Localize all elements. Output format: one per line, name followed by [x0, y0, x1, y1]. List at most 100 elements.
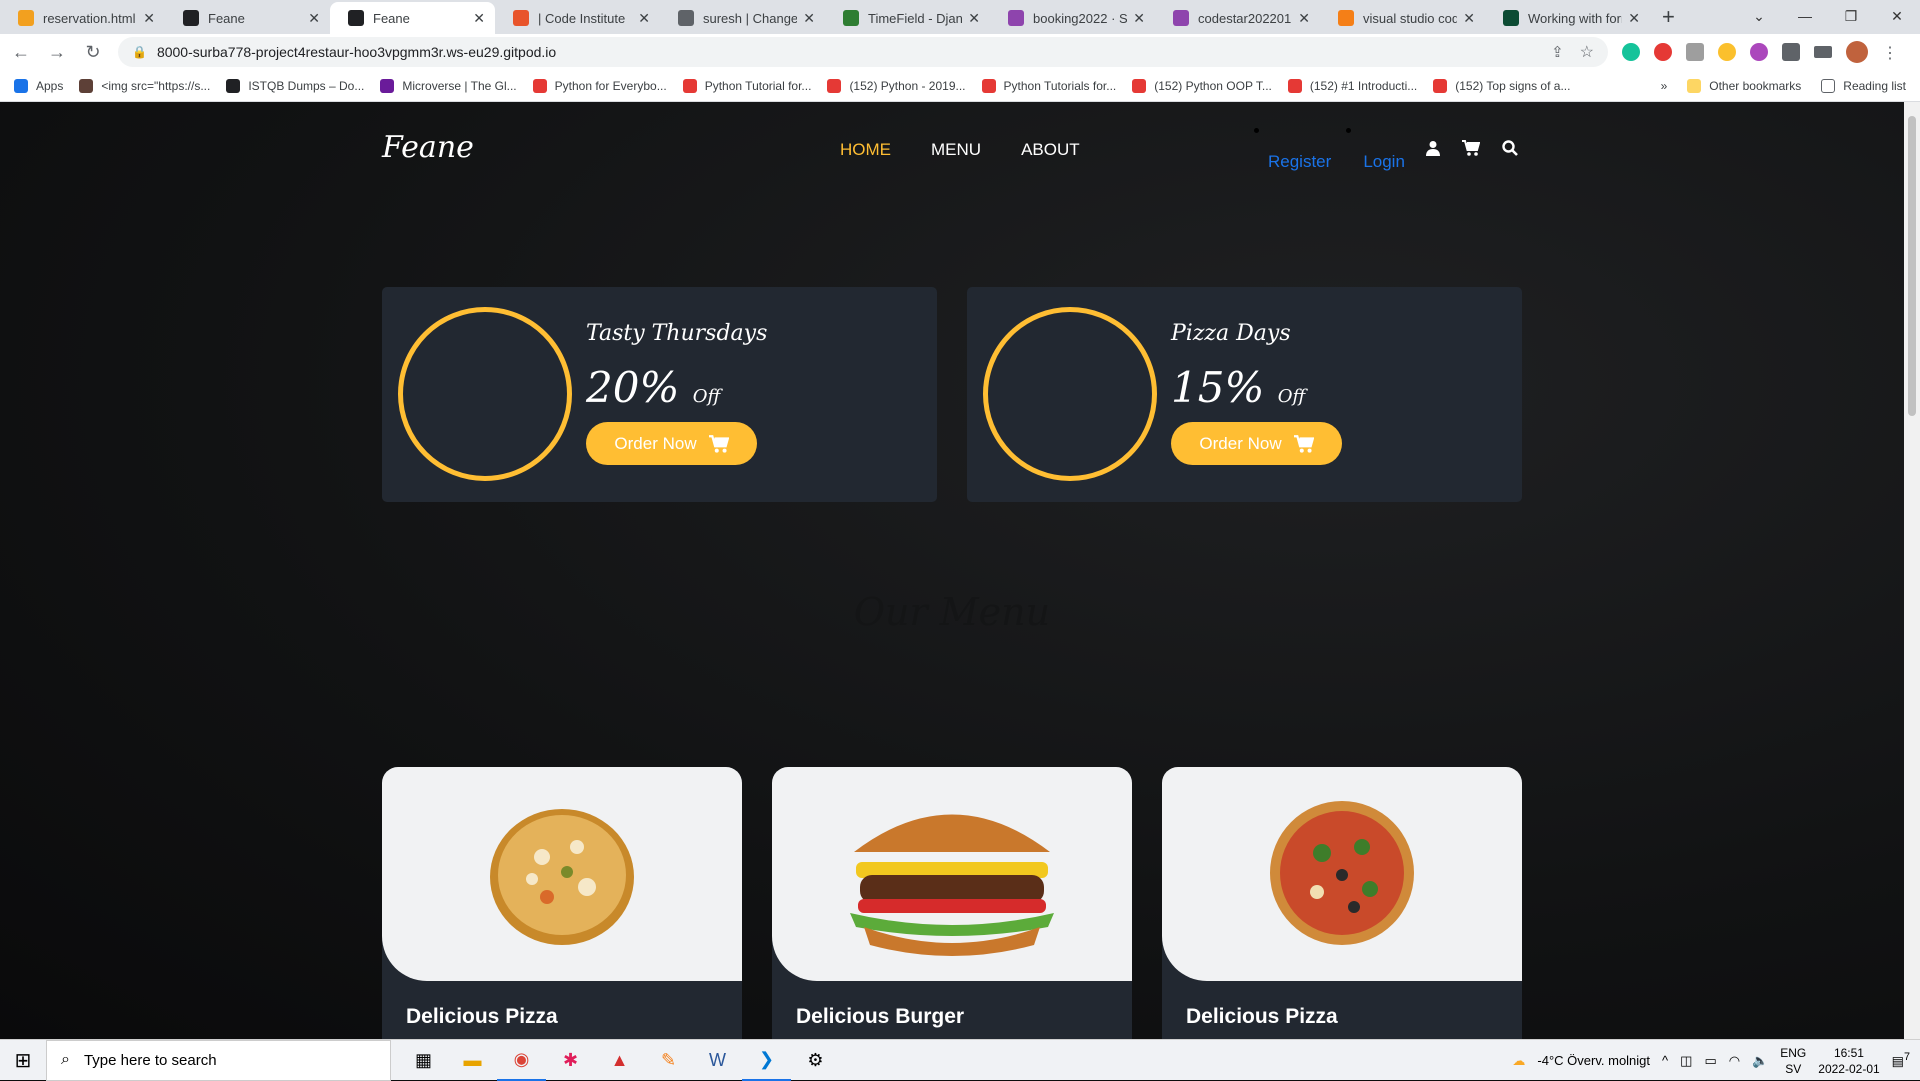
bookmarks-right: » Other bookmarks Reading list	[1661, 70, 1906, 102]
bookmark-item[interactable]: (152) Top signs of a...	[1433, 78, 1570, 93]
paint-icon[interactable]: ✎	[644, 1040, 693, 1081]
menu-item-card[interactable]: Delicious Pizza	[382, 767, 742, 1039]
back-button[interactable]: ←	[6, 42, 36, 63]
taskbar-clock[interactable]: 16:51 2022-02-01	[1818, 1045, 1879, 1077]
windows-start-icon[interactable]: ⊞	[0, 1048, 46, 1073]
reading-list-button[interactable]: Reading list	[1821, 79, 1906, 93]
close-tab-icon[interactable]: ✕	[1298, 10, 1310, 27]
vscode-icon[interactable]: ❯	[742, 1040, 791, 1081]
close-tab-icon[interactable]: ✕	[308, 10, 320, 27]
bookmark-item[interactable]: (152) Python OOP T...	[1132, 78, 1272, 93]
close-tab-icon[interactable]: ✕	[1133, 10, 1145, 27]
menu-item-card[interactable]: Delicious Burger	[772, 767, 1132, 1039]
pizza-image	[490, 809, 634, 945]
media-control-icon[interactable]	[1814, 46, 1832, 58]
browser-tab[interactable]: TimeField - Django ✕	[825, 2, 990, 34]
nav-about-link[interactable]: ABOUT	[1021, 140, 1080, 160]
bookmark-item[interactable]: Python for Everybo...	[532, 78, 667, 93]
weather-icon[interactable]: ☁	[1512, 1053, 1525, 1069]
settings-gear-icon[interactable]: ⚙	[791, 1040, 840, 1081]
bookmark-item[interactable]: Python Tutorial for...	[682, 78, 811, 93]
bookmark-item[interactable]: Python Tutorials for...	[981, 78, 1116, 93]
nav-home-link[interactable]: HOME	[840, 140, 891, 160]
restore-button[interactable]: ❐	[1828, 8, 1874, 25]
bookmark-item[interactable]: ISTQB Dumps – Do...	[226, 78, 364, 93]
battery-icon[interactable]: ▭	[1704, 1053, 1716, 1069]
bookmark-item[interactable]: Apps	[14, 78, 63, 93]
browser-tab[interactable]: visual studio code ✕	[1320, 2, 1485, 34]
browser-tab[interactable]: Feane ✕	[330, 2, 495, 34]
register-link[interactable]: Register	[1268, 152, 1331, 172]
other-bookmarks-folder[interactable]: Other bookmarks	[1687, 79, 1801, 93]
notification-count: 7	[1903, 1051, 1910, 1064]
page-viewport: Feane HOME MENU ABOUT Register Login Tas…	[0, 102, 1904, 1039]
bookmark-item[interactable]: (152) Python - 2019...	[827, 78, 966, 93]
close-tab-icon[interactable]: ✕	[1628, 10, 1640, 27]
profile-avatar[interactable]	[1846, 41, 1868, 63]
close-window-button[interactable]: ✕	[1874, 8, 1920, 25]
tab-title: Feane	[373, 10, 410, 26]
bookmark-favicon-icon	[14, 78, 28, 93]
close-tab-icon[interactable]: ✕	[803, 10, 815, 27]
scrollbar-thumb[interactable]	[1908, 116, 1916, 416]
windows-taskbar: ⊞ ⌕ Type here to search ▦ ▬ ◉ ✱ ▲ ✎ W ❯ …	[0, 1039, 1920, 1081]
lock-icon[interactable]: 🔒	[132, 45, 147, 59]
grammarly-extension-icon[interactable]	[1622, 43, 1640, 61]
order-now-button[interactable]: Order Now	[1171, 422, 1342, 465]
wave-extension-icon[interactable]	[1750, 43, 1768, 61]
bookmark-item[interactable]: (152) #1 Introducti...	[1287, 78, 1417, 93]
close-tab-icon[interactable]: ✕	[1463, 10, 1475, 27]
cart-icon[interactable]	[1462, 140, 1481, 161]
order-now-button[interactable]: Order Now	[586, 422, 757, 465]
word-icon[interactable]: W	[693, 1040, 742, 1081]
browser-tab[interactable]: Feane ✕	[165, 2, 330, 34]
chrome-icon[interactable]: ◉	[497, 1040, 546, 1081]
browser-tab[interactable]: Working with form ✕	[1485, 2, 1650, 34]
new-tab-button[interactable]: +	[1662, 4, 1675, 30]
notifications-icon[interactable]: ▤7	[1892, 1051, 1910, 1069]
network-icon[interactable]: ◫	[1680, 1053, 1692, 1069]
close-tab-icon[interactable]: ✕	[968, 10, 980, 27]
bookmark-item[interactable]: <img src="https://s...	[79, 78, 210, 93]
login-link[interactable]: Login	[1363, 152, 1405, 172]
url-bar[interactable]: 🔒 8000-surba778-project4restaur-hoo3vpgm…	[118, 37, 1608, 67]
reload-button[interactable]: ↻	[78, 42, 108, 63]
page-scrollbar[interactable]	[1904, 102, 1920, 1039]
nav-menu-link[interactable]: MENU	[931, 140, 981, 160]
bookmark-item[interactable]: Microverse | The Gl...	[380, 78, 517, 93]
close-tab-icon[interactable]: ✕	[638, 10, 650, 27]
browser-tab[interactable]: suresh | Change re ✕	[660, 2, 825, 34]
browser-tab[interactable]: | Code Institute ✕	[495, 2, 660, 34]
wifi-icon[interactable]: ◠	[1729, 1053, 1740, 1069]
close-tab-icon[interactable]: ✕	[143, 10, 155, 27]
taskbar-search[interactable]: ⌕ Type here to search	[46, 1039, 391, 1081]
task-view-icon[interactable]: ▦	[399, 1040, 448, 1081]
volume-icon[interactable]: 🔈	[1752, 1053, 1768, 1069]
tray-chevron-icon[interactable]: ^	[1662, 1053, 1668, 1068]
forward-button[interactable]: →	[42, 42, 72, 63]
language-indicator[interactable]: ENG SV	[1780, 1045, 1806, 1077]
menu-item-card[interactable]: Delicious Pizza	[1162, 767, 1522, 1039]
bookmark-star-icon[interactable]: ☆	[1580, 42, 1594, 62]
opera-extension-icon[interactable]	[1654, 43, 1672, 61]
close-tab-icon[interactable]: ✕	[473, 10, 485, 27]
file-explorer-icon[interactable]: ▬	[448, 1040, 497, 1081]
search-icon[interactable]	[1502, 140, 1518, 161]
slack-icon[interactable]: ✱	[546, 1040, 595, 1081]
browser-tab[interactable]: reservation.html - g ✕	[0, 2, 165, 34]
browser-tab[interactable]: codestar202201 · S ✕	[1155, 2, 1320, 34]
tab-favicon-icon	[18, 10, 34, 26]
acrobat-icon[interactable]: ▲	[595, 1040, 644, 1081]
weather-text[interactable]: -4°C Överv. molnigt	[1537, 1053, 1650, 1068]
more-bookmarks-button[interactable]: »	[1661, 79, 1668, 93]
site-brand-logo[interactable]: Feane	[382, 130, 474, 165]
user-icon[interactable]	[1426, 140, 1440, 161]
browser-menu-icon[interactable]: ⋮	[1882, 43, 1898, 62]
puzzle-extensions-icon[interactable]	[1782, 43, 1800, 61]
browser-tab[interactable]: booking2022 · Setti ✕	[990, 2, 1155, 34]
share-icon[interactable]: ⇪	[1551, 43, 1564, 61]
color-extension-icon[interactable]	[1718, 43, 1736, 61]
tab-search-icon[interactable]: ⌄	[1736, 8, 1782, 25]
screen-extension-icon[interactable]	[1686, 43, 1704, 61]
minimize-button[interactable]: —	[1782, 8, 1828, 24]
